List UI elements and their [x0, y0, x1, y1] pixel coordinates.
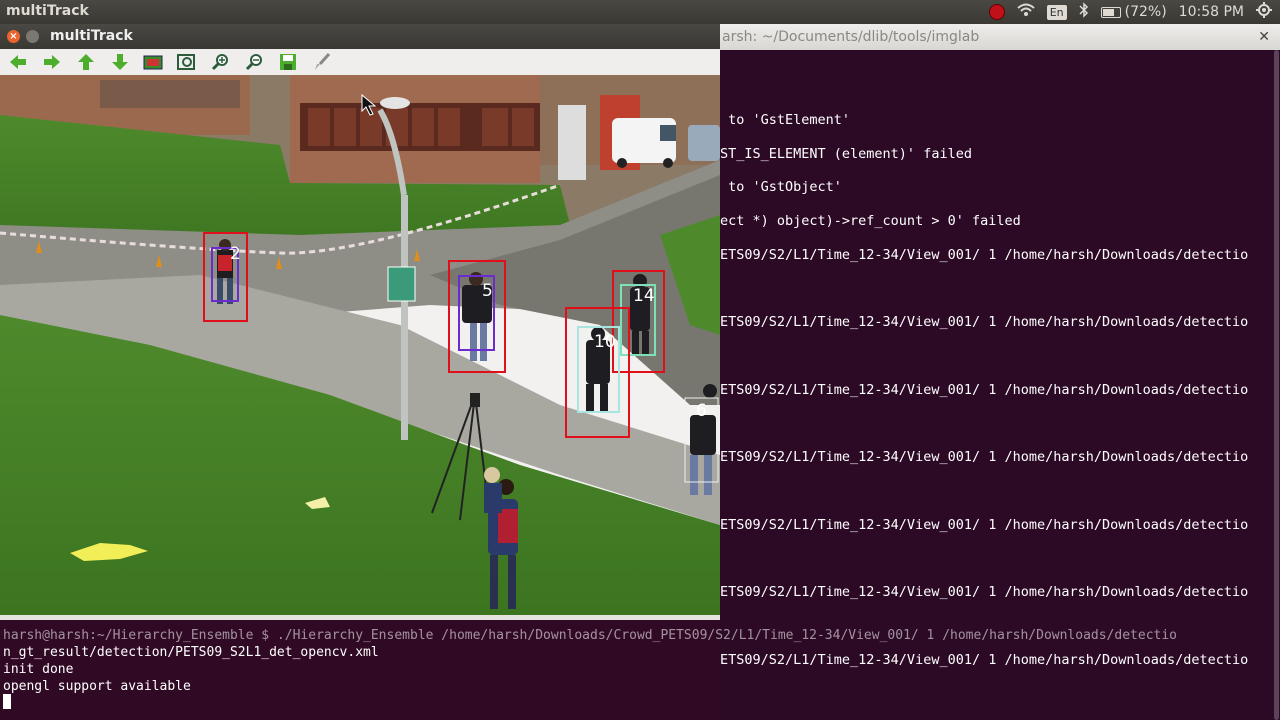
- terminal-prompt-line: harsh@harsh:~/Hierarchy_Ensemble $ ./Hie…: [3, 628, 1177, 643]
- active-app-name: multiTrack: [6, 3, 89, 19]
- zoom-fit-icon[interactable]: [177, 53, 197, 71]
- terminal-line: to 'GstElement': [720, 112, 851, 128]
- terminal-line: ETS09/S2/L1/Time_12-34/View_001/ 1 /home…: [720, 247, 1249, 263]
- window-title-bar[interactable]: × multiTrack: [0, 24, 720, 49]
- video-frame[interactable]: 2 5 14 10 6: [0, 75, 720, 615]
- terminal-line: ETS09/S2/L1/Time_12-34/View_001/ 1 /home…: [720, 382, 1249, 398]
- toolbar: [0, 49, 720, 76]
- keyboard-layout-indicator[interactable]: En: [1046, 4, 1067, 20]
- back-arrow-icon[interactable]: [8, 53, 28, 71]
- system-top-bar: multiTrack En (72%) 10:58 PM: [0, 0, 1280, 24]
- zoom-out-icon[interactable]: [245, 53, 265, 71]
- terminal-line: to 'GstObject': [720, 179, 842, 195]
- battery-indicator[interactable]: (72%): [1100, 4, 1167, 20]
- terminal-line: ETS09/S2/L1/Time_12-34/View_001/ 1 /home…: [720, 449, 1249, 465]
- terminal-line: ST_IS_ELEMENT (element)' failed: [720, 146, 972, 162]
- system-tray: En (72%) 10:58 PM: [988, 2, 1272, 22]
- forward-arrow-icon[interactable]: [42, 53, 62, 71]
- terminal-title: arsh: ~/Documents/dlib/tools/imglab: [722, 29, 980, 45]
- battery-percent: (72%): [1124, 4, 1167, 20]
- save-icon[interactable]: [278, 53, 298, 71]
- terminal-output[interactable]: to 'GstElement' ST_IS_ELEMENT (element)'…: [720, 50, 1272, 668]
- track-label-14: 14: [633, 286, 655, 306]
- image-icon[interactable]: [143, 53, 163, 71]
- zoom-in-icon[interactable]: [211, 53, 231, 71]
- close-icon[interactable]: ✕: [1258, 24, 1270, 50]
- track-label-10: 10: [594, 332, 616, 352]
- track-label-6: 6: [696, 401, 707, 421]
- video-frame-drawing: 2 5 14 10 6: [0, 75, 720, 615]
- record-indicator-icon[interactable]: [988, 4, 1005, 20]
- close-button[interactable]: ×: [7, 30, 20, 43]
- track-label-5: 5: [482, 281, 493, 301]
- terminal-line: opengl support available: [3, 679, 191, 694]
- terminal-line: ETS09/S2/L1/Time_12-34/View_001/ 1 /home…: [720, 314, 1249, 330]
- brush-icon[interactable]: [312, 52, 332, 71]
- terminal-line: ETS09/S2/L1/Time_12-34/View_001/ 1 /home…: [720, 584, 1249, 600]
- terminal-scrollbar[interactable]: [1272, 50, 1280, 720]
- minimize-button[interactable]: [26, 30, 39, 43]
- clock[interactable]: 10:58 PM: [1179, 4, 1244, 20]
- scrollbar-thumb[interactable]: [1274, 50, 1279, 720]
- wifi-icon[interactable]: [1017, 3, 1035, 21]
- terminal-title-bar[interactable]: arsh: ~/Documents/dlib/tools/imglab ✕: [720, 24, 1280, 50]
- terminal-line: ETS09/S2/L1/Time_12-34/View_001/ 1 /home…: [720, 517, 1249, 533]
- terminal-line: n_gt_result/detection/PETS09_S2L1_det_op…: [3, 645, 379, 660]
- terminal-window-right[interactable]: arsh: ~/Documents/dlib/tools/imglab ✕ to…: [720, 24, 1280, 720]
- multitrack-window[interactable]: × multiTrack 2 5 14 10 6: [0, 24, 720, 620]
- terminal-line: init done: [3, 662, 74, 677]
- terminal-line: ect *) object)->ref_count > 0' failed: [720, 213, 1021, 229]
- up-arrow-icon[interactable]: [76, 53, 96, 71]
- terminal-window-bottom[interactable]: harsh@harsh:~/Hierarchy_Ensemble $ ./Hie…: [0, 620, 1177, 720]
- bluetooth-icon[interactable]: [1079, 2, 1089, 22]
- gear-icon[interactable]: [1256, 2, 1272, 22]
- terminal-cursor: [3, 694, 11, 709]
- battery-icon: [1100, 6, 1121, 18]
- terminal-line: ETS09/S2/L1/Time_12-34/View_001/ 1 /home…: [720, 652, 1249, 668]
- down-arrow-icon[interactable]: [110, 53, 130, 71]
- track-label-2: 2: [230, 244, 241, 264]
- window-title: multiTrack: [50, 28, 133, 44]
